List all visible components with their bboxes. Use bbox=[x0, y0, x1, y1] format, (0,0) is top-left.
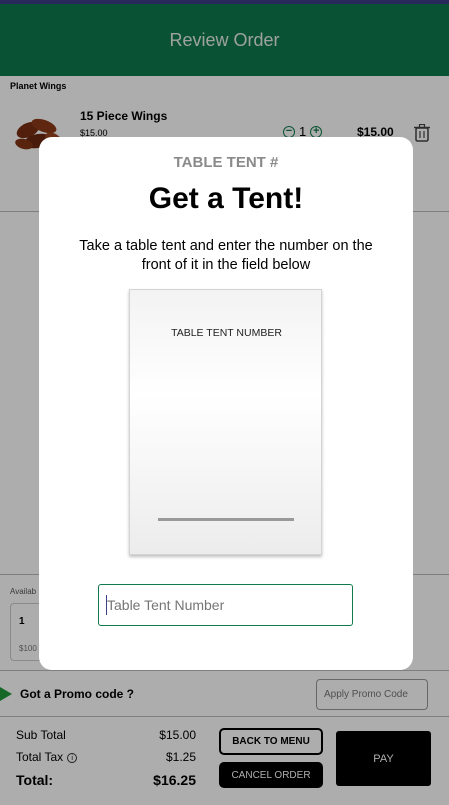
table-tent-number-input[interactable] bbox=[98, 584, 353, 626]
modal-description: Take a table tent and enter the number o… bbox=[79, 238, 373, 273]
table-tent-illustration: TABLE TENT NUMBER bbox=[129, 289, 322, 555]
tent-number-line bbox=[158, 518, 294, 521]
table-tent-modal: TABLE TENT # Get a Tent! Take a table te… bbox=[39, 137, 413, 670]
text-caret bbox=[106, 595, 107, 615]
tent-card-label: TABLE TENT NUMBER bbox=[171, 327, 282, 339]
modal-title: Get a Tent! bbox=[148, 182, 304, 215]
modal-eyebrow: TABLE TENT # bbox=[173, 154, 279, 171]
